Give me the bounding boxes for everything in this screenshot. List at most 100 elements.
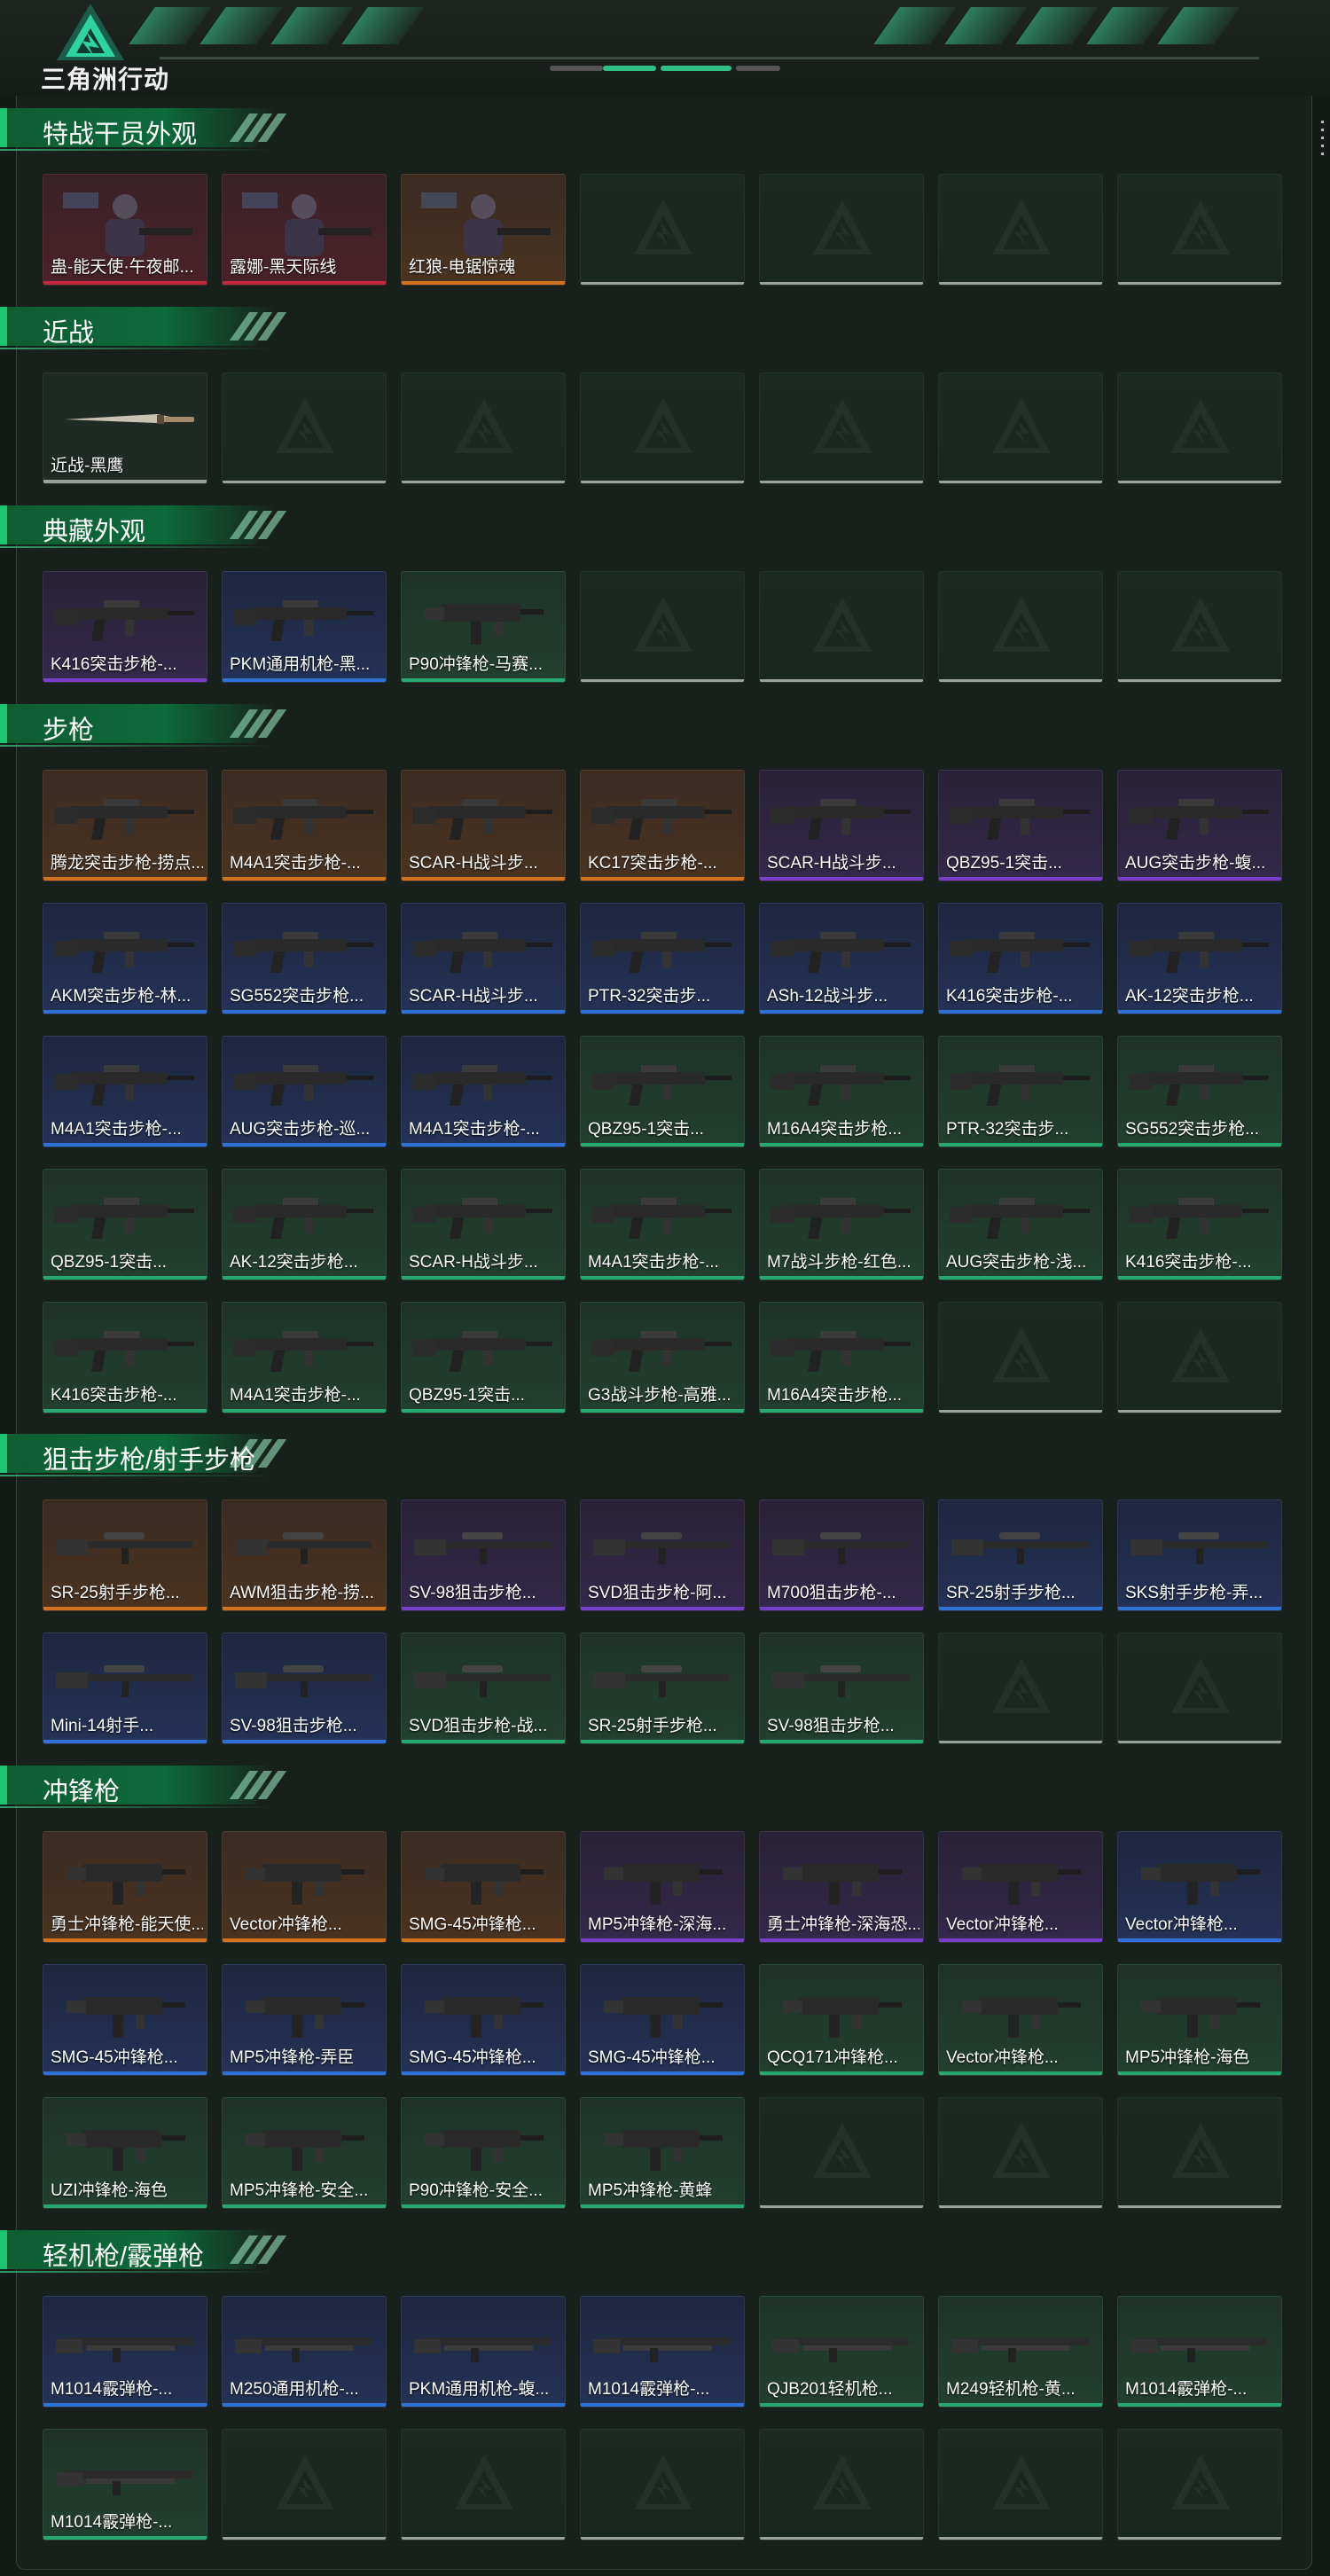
item-card[interactable]: PTR-32突击步... xyxy=(938,1036,1103,1147)
item-card[interactable]: Mini-14射手... xyxy=(43,1633,207,1744)
item-card[interactable]: PKM通用机枪-黑... xyxy=(222,571,387,683)
item-card[interactable]: QBZ95-1突击... xyxy=(580,1036,745,1147)
item-card[interactable]: AKM突击步枪-林... xyxy=(43,903,207,1014)
rifle-icon xyxy=(591,799,732,840)
item-card[interactable]: PTR-32突击步... xyxy=(580,903,745,1014)
item-card[interactable]: M4A1突击步枪-... xyxy=(222,1302,387,1413)
item-card[interactable]: QBZ95-1突击... xyxy=(43,1169,207,1280)
item-card[interactable]: Vector冲锋枪... xyxy=(1117,1831,1282,1943)
rarity-bar xyxy=(223,1010,386,1014)
item-card[interactable]: SR-25射手步枪... xyxy=(938,1499,1103,1611)
item-card[interactable]: Vector冲锋枪... xyxy=(222,1831,387,1943)
item-label: K416突击步枪-... xyxy=(51,655,177,674)
item-card[interactable]: AK-12突击步枪... xyxy=(1117,903,1282,1014)
item-card[interactable]: M4A1突击步枪-... xyxy=(580,1169,745,1280)
item-card[interactable]: SV-98狙击步枪... xyxy=(401,1499,566,1611)
item-card[interactable]: MP5冲锋枪-安全... xyxy=(222,2097,387,2209)
brand-title: 三角洲行动 xyxy=(41,66,170,93)
item-card[interactable]: G3战斗步枪-高雅... xyxy=(580,1302,745,1413)
item-card[interactable]: P90冲锋枪-安全... xyxy=(401,2097,566,2209)
item-card[interactable]: M16A4突击步枪... xyxy=(759,1302,924,1413)
item-label: SR-25射手步枪... xyxy=(946,1584,1076,1602)
item-card[interactable]: M700狙击步枪-... xyxy=(759,1499,924,1611)
item-card[interactable]: KC17突击步枪-... xyxy=(580,770,745,881)
item-card[interactable]: K416突击步枪-... xyxy=(43,571,207,683)
item-card[interactable]: 勇士冲锋枪-深海恐... xyxy=(759,1831,924,1943)
item-card[interactable]: M1014霰弹枪-... xyxy=(43,2429,207,2541)
item-label: QBZ95-1突击... xyxy=(588,1120,704,1139)
item-card[interactable]: QCQ171冲锋枪... xyxy=(759,1964,924,2076)
item-card[interactable]: K416突击步枪-... xyxy=(43,1302,207,1413)
item-card[interactable]: M1014霰弹枪-... xyxy=(1117,2296,1282,2408)
item-card[interactable]: QJB201轻机枪... xyxy=(759,2296,924,2408)
item-card[interactable]: M16A4突击步枪... xyxy=(759,1036,924,1147)
scrollbar[interactable] xyxy=(1321,121,1325,161)
item-card[interactable]: SCAR-H战斗步... xyxy=(401,1169,566,1280)
item-label: M249轻机枪-黄... xyxy=(946,2380,1076,2399)
section-header: 典藏外观 xyxy=(0,505,293,548)
item-card[interactable]: UZI冲锋枪-海色 xyxy=(43,2097,207,2209)
item-card[interactable]: SV-98狙击步枪... xyxy=(222,1633,387,1744)
item-card[interactable]: SCAR-H战斗步... xyxy=(401,770,566,881)
item-card[interactable]: SMG-45冲锋枪... xyxy=(401,1964,566,2076)
sniper-icon xyxy=(235,1665,372,1697)
item-card[interactable]: SV-98狙击步枪... xyxy=(759,1633,924,1744)
item-card[interactable]: M1014霰弹枪-... xyxy=(43,2296,207,2408)
item-card[interactable]: PKM通用机枪-蝮... xyxy=(401,2296,566,2408)
item-card[interactable]: 勇士冲锋枪-能天使... xyxy=(43,1831,207,1943)
item-card[interactable]: M7战斗步枪-红色... xyxy=(759,1169,924,1280)
item-card[interactable]: SVD狙击步枪-战... xyxy=(401,1633,566,1744)
item-card[interactable]: SCAR-H战斗步... xyxy=(401,903,566,1014)
item-card[interactable]: SMG-45冲锋枪... xyxy=(580,1964,745,2076)
item-label: 腾龙突击步枪-捞点... xyxy=(51,854,203,873)
item-card[interactable]: 腾龙突击步枪-捞点... xyxy=(43,770,207,881)
item-card[interactable]: SMG-45冲锋枪... xyxy=(43,1964,207,2076)
item-card[interactable]: AK-12突击步枪... xyxy=(222,1169,387,1280)
item-card[interactable]: P90冲锋枪-马赛... xyxy=(401,571,566,683)
item-card[interactable]: MP5冲锋枪-黄蜂 xyxy=(580,2097,745,2209)
item-card[interactable]: SMG-45冲锋枪... xyxy=(401,1831,566,1943)
item-label: K416突击步枪-... xyxy=(1125,1253,1252,1272)
item-card[interactable]: SG552突击步枪... xyxy=(1117,1036,1282,1147)
item-card[interactable]: SG552突击步枪... xyxy=(222,903,387,1014)
item-card[interactable]: ASh-12战斗步... xyxy=(759,903,924,1014)
item-card[interactable]: SKS射手步枪-弄... xyxy=(1117,1499,1282,1611)
item-card[interactable]: 蛊-能天使·午夜邮... xyxy=(43,174,207,286)
item-card[interactable]: MP5冲锋枪-弄臣 xyxy=(222,1964,387,2076)
item-card[interactable]: MP5冲锋枪-深海... xyxy=(580,1831,745,1943)
item-card[interactable]: SCAR-H战斗步... xyxy=(759,770,924,881)
item-card[interactable]: M250通用机枪-... xyxy=(222,2296,387,2408)
item-card[interactable]: M249轻机枪-黄... xyxy=(938,2296,1103,2408)
item-card[interactable]: M4A1突击步枪-... xyxy=(222,770,387,881)
item-card[interactable]: M4A1突击步枪-... xyxy=(401,1036,566,1147)
item-card[interactable]: AWM狙击步枪-捞... xyxy=(222,1499,387,1611)
item-card[interactable]: Vector冲锋枪... xyxy=(938,1964,1103,2076)
sniper-icon xyxy=(56,1665,192,1697)
rarity-bar xyxy=(581,877,744,881)
item-card[interactable]: Vector冲锋枪... xyxy=(938,1831,1103,1943)
item-card[interactable]: SR-25射手步枪... xyxy=(43,1499,207,1611)
item-card[interactable]: SR-25射手步枪... xyxy=(580,1633,745,1744)
empty-slot xyxy=(580,2429,745,2541)
empty-slot-emblem-icon xyxy=(1171,1658,1230,1713)
item-card[interactable]: 露娜-黑天际线 xyxy=(222,174,387,286)
header-indicator xyxy=(661,66,732,71)
item-card[interactable]: 红狼-电锯惊魂 xyxy=(401,174,566,286)
item-card[interactable]: QBZ95-1突击... xyxy=(401,1302,566,1413)
item-card[interactable]: AUG突击步枪-浅... xyxy=(938,1169,1103,1280)
item-card[interactable]: AUG突击步枪-蝮... xyxy=(1117,770,1282,881)
item-card[interactable]: M4A1突击步枪-... xyxy=(43,1036,207,1147)
rarity-bar xyxy=(581,2204,744,2208)
item-card[interactable]: 近战-黑鹰 xyxy=(43,372,207,484)
header-stripe xyxy=(1015,7,1099,44)
item-card[interactable]: K416突击步枪-... xyxy=(1117,1169,1282,1280)
item-card[interactable]: QBZ95-1突击... xyxy=(938,770,1103,881)
item-card[interactable]: M1014霰弹枪-... xyxy=(580,2296,745,2408)
empty-slot-emblem-icon xyxy=(634,398,692,453)
item-card[interactable]: K416突击步枪-... xyxy=(938,903,1103,1014)
item-card[interactable]: SVD狙击步枪-阿... xyxy=(580,1499,745,1611)
rarity-bar xyxy=(43,281,207,285)
item-card[interactable]: MP5冲锋枪-海色 xyxy=(1117,1964,1282,2076)
item-card[interactable]: AUG突击步枪-巡... xyxy=(222,1036,387,1147)
rarity-bar xyxy=(43,1938,207,1942)
